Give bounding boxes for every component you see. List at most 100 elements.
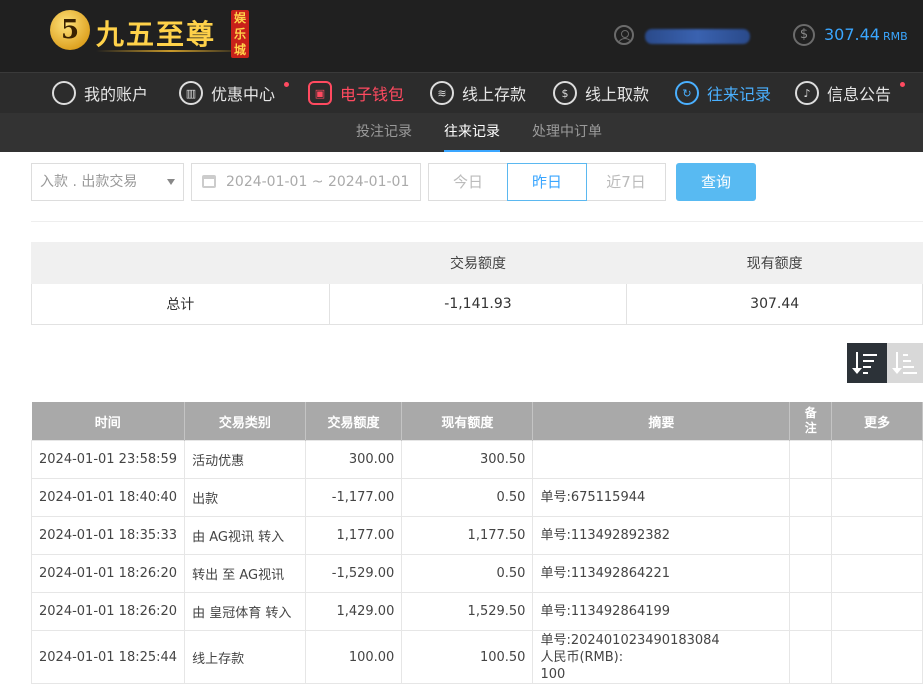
cell-remark (789, 592, 833, 631)
summary-lines: 单号:113492864221 (540, 565, 782, 582)
nav-transaction-records[interactable]: ↻ 往来记录 (675, 73, 771, 113)
withdraw-icon: $ (553, 81, 577, 105)
cell-summary: 单号:675115944 (532, 478, 791, 517)
nav-label: 我的账户 (84, 85, 149, 104)
date-range-value: 2024-01-01 ~ 2024-01-01 (226, 174, 410, 190)
balance-amount: 307.44 (824, 25, 880, 44)
subtab-pending-orders[interactable]: 处理中订单 (532, 113, 602, 152)
table-row: 2024-01-01 18:40:40 出款 -1,177.00 0.50 单号:675… (30, 478, 923, 517)
summary-total-balance: 307.44 (626, 283, 923, 325)
logo-tag: 娱乐城 (231, 10, 249, 58)
bell-icon: ♪ (795, 81, 819, 105)
subtab-transaction-records[interactable]: 往来记录 (444, 113, 500, 152)
summary-line: 单号:113492892382 (540, 528, 671, 543)
summary-header-row: 交易额度 现有额度 (31, 242, 923, 284)
summary-line: 单号:675115944 (540, 490, 646, 505)
cell-balance: 0.50 (401, 554, 534, 593)
cell-time: 2024-01-01 18:35:33 (30, 516, 186, 555)
nav-promotions[interactable]: ▥ 优惠中心 (179, 73, 275, 113)
records-icon: ↻ (675, 81, 699, 105)
records-header-row: 时间 交易类别 交易额度 现有额度 摘要 备注 更多 (31, 402, 923, 441)
logo-text: 九五至尊 (96, 18, 217, 51)
balance-currency: RMB (882, 30, 908, 43)
wallet-icon: ▣ (308, 81, 332, 105)
main-nav: 我的账户 ▥ 优惠中心 ▣ 电子钱包 ≋ 线上存款 $ 线上取款 ↻ 往来记录 ♪ 信息公告 (0, 72, 923, 113)
transaction-type-value: 入款 . 出款交易 (40, 174, 138, 190)
cell-time: 2024-01-01 18:26:20 (30, 592, 186, 631)
cell-time: 2024-01-01 23:58:59 (30, 440, 186, 479)
quick-today-button[interactable]: 今日 (428, 163, 508, 201)
col-more: 更多 (831, 402, 923, 441)
nav-online-withdraw[interactable]: $ 线上取款 (553, 73, 649, 113)
cell-more (831, 440, 923, 479)
balance-display: 307.44 RMB (824, 25, 908, 44)
announcements-notification-dot (900, 82, 905, 87)
sort-ascending-icon (892, 352, 920, 374)
cell-amount: -1,177.00 (304, 478, 403, 517)
dollar-icon: $ (793, 24, 815, 46)
nav-label: 信息公告 (827, 85, 892, 104)
subtab-bet-records[interactable]: 投注记录 (356, 113, 412, 152)
summary-line: 单号:202401023490183084 (540, 632, 720, 648)
nav-my-account[interactable]: 我的账户 (52, 73, 148, 113)
cell-remark (789, 630, 833, 684)
cell-time: 2024-01-01 18:26:20 (30, 554, 186, 593)
user-icon (52, 81, 76, 105)
cell-type: 出款 (184, 478, 306, 517)
nav-label: 往来记录 (707, 85, 772, 104)
summary-line: 100 (540, 666, 566, 682)
cell-more (831, 630, 923, 684)
summary-total-label: 总计 (31, 283, 330, 325)
date-range-input[interactable]: 2024-01-01 ~ 2024-01-01 (191, 163, 421, 201)
summary-lines: 单号:113492892382 (540, 527, 782, 544)
cell-type: 由 皇冠体育 转入 (184, 592, 306, 631)
sort-descending-icon (852, 352, 880, 374)
cell-type: 线上存款 (184, 630, 306, 684)
cell-remark (789, 440, 833, 479)
col-balance: 现有额度 (401, 402, 534, 441)
table-row: 2024-01-01 18:25:44 线上存款 100.00 100.50 单号:20… (30, 630, 923, 684)
nav-label: 电子钱包 (340, 85, 405, 104)
nav-announcements[interactable]: ♪ 信息公告 (795, 73, 891, 113)
records-table: 时间 交易类别 交易额度 现有额度 摘要 备注 更多 2024-01-01 23… (30, 402, 923, 684)
sort-ascending-button[interactable] (887, 343, 923, 383)
cell-remark (789, 516, 833, 555)
site-logo[interactable]: 5 九五至尊 娱乐城 (50, 10, 250, 62)
deposit-icon: ≋ (430, 81, 454, 105)
user-avatar-icon[interactable] (614, 25, 634, 45)
nav-label: 优惠中心 (211, 85, 276, 104)
cell-more (831, 516, 923, 555)
nav-e-wallet[interactable]: ▣ 电子钱包 (308, 73, 404, 113)
query-button[interactable]: 查询 (676, 163, 756, 201)
summary-header-amount: 交易额度 (328, 242, 628, 284)
table-row: 2024-01-01 18:35:33 由 AG视讯 转入 1,177.00 1,17… (30, 516, 923, 555)
chevron-down-icon (167, 179, 175, 185)
cell-balance: 300.50 (401, 440, 534, 479)
cell-type: 转出 至 AG视讯 (184, 554, 306, 593)
cell-summary: 单号:202401023490183084 人民币(RMB): 100 (532, 630, 791, 684)
summary-total-row: 总计 -1,141.93 307.44 (31, 283, 923, 325)
cell-summary: 单号:113492864199 (532, 592, 791, 631)
top-bar: 5 九五至尊 娱乐城 $ 307.44 RMB (0, 0, 923, 72)
cell-amount: 100.00 (304, 630, 403, 684)
cell-amount: 1,429.00 (304, 592, 403, 631)
cell-more (831, 554, 923, 593)
col-summary: 摘要 (532, 402, 791, 441)
promotions-notification-dot (284, 82, 289, 87)
cell-time: 2024-01-01 18:40:40 (30, 478, 186, 517)
cell-summary: 单号:113492892382 (532, 516, 791, 555)
summary-line: 人民币(RMB): (540, 649, 624, 665)
col-amount: 交易额度 (305, 402, 403, 441)
nav-online-deposit[interactable]: ≋ 线上存款 (430, 73, 526, 113)
transaction-type-select[interactable]: 入款 . 出款交易 (31, 163, 184, 201)
cell-summary: 单号:113492864221 (532, 554, 791, 593)
cell-amount: -1,529.00 (304, 554, 403, 593)
quick-last7days-button[interactable]: 近7日 (586, 163, 666, 201)
table-row: 2024-01-01 18:26:20 转出 至 AG视讯 -1,529.00 0.5… (30, 554, 923, 593)
table-row: 2024-01-01 18:26:20 由 皇冠体育 转入 1,429.00 1,52… (30, 592, 923, 631)
sort-descending-button[interactable] (847, 343, 887, 383)
divider (31, 221, 923, 222)
quick-yesterday-button[interactable]: 昨日 (507, 163, 587, 201)
nav-label: 线上存款 (462, 85, 527, 104)
summary-lines: 单号:675115944 (540, 489, 782, 506)
